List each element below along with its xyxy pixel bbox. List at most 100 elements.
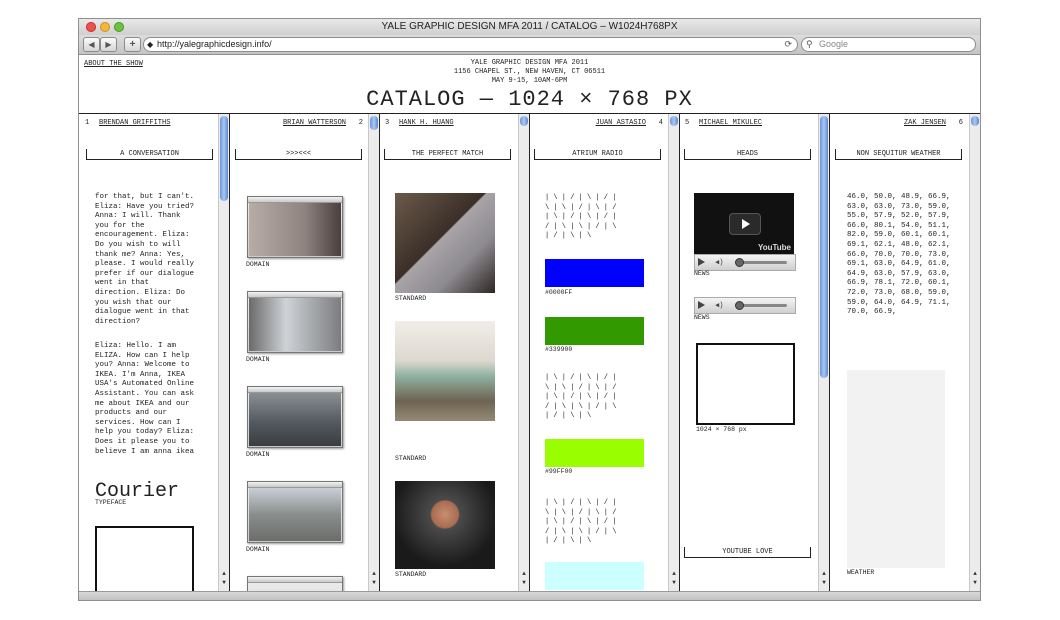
- color-swatch-green[interactable]: [545, 317, 644, 345]
- column-scrollbar[interactable]: ▲ ▼: [368, 114, 379, 591]
- scroll-thumb[interactable]: [971, 116, 979, 126]
- scroll-thumb[interactable]: [220, 116, 228, 201]
- address-bar[interactable]: ◆ http://yalegraphicdesign.info/ ⟳: [143, 37, 798, 52]
- page-content: ABOUT THE SHOW YALE GRAPHIC DESIGN MFA 2…: [79, 55, 980, 591]
- column-scrollbar[interactable]: ▲ ▼: [668, 114, 679, 591]
- portrait-photo[interactable]: [395, 193, 495, 293]
- weather-visual-panel: [847, 370, 945, 568]
- column-brendan-griffiths: 1 BRENDAN GRIFFITHS A CONVERSATION for t…: [79, 114, 230, 591]
- color-swatch-lime[interactable]: [545, 439, 644, 467]
- forward-button[interactable]: ▶: [100, 37, 117, 52]
- search-placeholder: Google: [819, 39, 849, 49]
- scroll-down-arrow[interactable]: ▼: [970, 579, 980, 588]
- reload-icon[interactable]: ⟳: [784, 38, 792, 51]
- scroll-thumb[interactable]: [820, 116, 828, 378]
- color-swatch-blue[interactable]: [545, 259, 644, 287]
- artist-number: 3: [385, 119, 390, 127]
- scroll-thumb[interactable]: [670, 116, 678, 126]
- project-title[interactable]: >>><<<: [235, 149, 362, 160]
- artist-name-link[interactable]: ZAK JENSEN: [904, 119, 946, 127]
- news-caption: NEWS: [694, 270, 710, 277]
- artist-name-link[interactable]: BRENDAN GRIFFITHS: [99, 119, 170, 127]
- screen-size-frame: [696, 343, 795, 425]
- scroll-down-arrow[interactable]: ▼: [819, 579, 829, 588]
- scroll-down-arrow[interactable]: ▼: [519, 579, 529, 588]
- column-scrollbar[interactable]: ▲ ▼: [218, 114, 229, 591]
- scroll-thumb[interactable]: [370, 116, 378, 130]
- scroll-down-arrow[interactable]: ▼: [669, 579, 679, 588]
- domain-caption: DOMAIN: [246, 451, 270, 458]
- news-caption: NEWS: [694, 314, 710, 321]
- browser-screenshot-thumbnail[interactable]: [247, 481, 343, 543]
- page-title: CATALOG — 1024 × 768 PX: [366, 87, 693, 112]
- volume-icon[interactable]: ◀): [715, 301, 723, 310]
- scroll-up-arrow[interactable]: ▲: [369, 570, 379, 579]
- conversation-text-1: for that, but I can't. Eliza: Have you t…: [95, 193, 195, 326]
- standard-caption: STANDARD: [395, 295, 427, 302]
- standard-caption: STANDARD: [395, 571, 427, 578]
- seek-track[interactable]: [737, 304, 787, 307]
- swatch-label: #99FF00: [545, 468, 573, 475]
- column-michael-mikulec: 5 MICHAEL MIKULEC HEADS YouTube ◀) NEWS …: [679, 114, 830, 591]
- scroll-up-arrow[interactable]: ▲: [819, 570, 829, 579]
- audio-player[interactable]: ◀): [694, 254, 796, 271]
- slash-pattern: | \ | / | \ | / | \ | \ | / | \ | / | \ …: [545, 374, 617, 420]
- column-scrollbar[interactable]: ▲ ▼: [818, 114, 829, 591]
- scroll-down-arrow[interactable]: ▼: [219, 579, 229, 588]
- column-scrollbar[interactable]: ▲ ▼: [518, 114, 529, 591]
- column-scrollbar[interactable]: ▲ ▼: [969, 114, 980, 591]
- seek-knob[interactable]: [735, 258, 744, 267]
- project-title[interactable]: HEADS: [684, 149, 811, 160]
- address-url: http://yalegraphicdesign.info/: [157, 39, 272, 49]
- search-field[interactable]: ⚲ Google: [801, 37, 976, 52]
- browser-toolbar: ◀ ▶ + ◆ http://yalegraphicdesign.info/ ⟳…: [79, 35, 980, 55]
- swatch-label: #0000FF: [545, 289, 573, 296]
- standard-caption: STANDARD: [395, 455, 427, 462]
- window-title: YALE GRAPHIC DESIGN MFA 2011 / CATALOG –…: [381, 21, 678, 32]
- play-icon[interactable]: [698, 258, 705, 266]
- browser-screenshot-thumbnail[interactable]: [247, 291, 343, 353]
- browser-screenshot-thumbnail[interactable]: [247, 386, 343, 448]
- scroll-thumb[interactable]: [520, 116, 528, 126]
- artist-number: 1: [85, 119, 90, 127]
- seek-knob[interactable]: [735, 301, 744, 310]
- scroll-up-arrow[interactable]: ▲: [669, 570, 679, 579]
- back-button[interactable]: ◀: [83, 37, 100, 52]
- slash-pattern: | \ | / | \ | / | \ | \ | / | \ | / | \ …: [545, 499, 617, 545]
- add-bookmark-button[interactable]: +: [124, 37, 141, 52]
- portrait-photo[interactable]: [395, 481, 495, 569]
- artist-name-link[interactable]: BRIAN WATTERSON: [283, 119, 346, 127]
- column-hank-huang: 3 HANK H. HUANG THE PERFECT MATCH STANDA…: [379, 114, 530, 591]
- youtube-logo: YouTube: [757, 243, 791, 252]
- color-swatch-light-cyan[interactable]: [545, 562, 644, 590]
- project-title[interactable]: THE PERFECT MATCH: [384, 149, 511, 160]
- project-title[interactable]: NON SEQUITUR WEATHER: [835, 149, 962, 160]
- domain-caption: DOMAIN: [246, 261, 270, 268]
- play-icon[interactable]: [698, 301, 705, 309]
- scroll-down-arrow[interactable]: ▼: [369, 579, 379, 588]
- project-title[interactable]: A CONVERSATION: [86, 149, 213, 160]
- browser-screenshot-thumbnail[interactable]: [247, 576, 343, 591]
- artist-name-link[interactable]: MICHAEL MIKULEC: [699, 119, 762, 127]
- artist-number: 5: [685, 119, 690, 127]
- artist-name-link[interactable]: HANK H. HUANG: [399, 119, 454, 127]
- scroll-up-arrow[interactable]: ▲: [519, 570, 529, 579]
- youtube-love-label[interactable]: YOUTUBE LOVE: [684, 547, 811, 558]
- video-play-icon[interactable]: [729, 213, 761, 235]
- column-juan-astasio: JUAN ASTASIO 4 ATRIUM RADIO | \ | / | \ …: [529, 114, 680, 591]
- typeface-caption: TYPEFACE: [95, 499, 127, 506]
- project-title[interactable]: ATRIUM RADIO: [534, 149, 661, 160]
- status-bar: [79, 591, 980, 600]
- scroll-up-arrow[interactable]: ▲: [219, 570, 229, 579]
- portrait-photo[interactable]: [395, 321, 495, 421]
- seek-track[interactable]: [737, 261, 787, 264]
- volume-icon[interactable]: ◀): [715, 258, 723, 267]
- weather-data-text: 46.0, 50.0, 48.9, 66.9, 63.0, 63.0, 73.0…: [847, 193, 951, 317]
- artist-number: 4: [658, 119, 663, 127]
- youtube-video-player[interactable]: YouTube: [694, 193, 794, 255]
- artist-name-link[interactable]: JUAN ASTASIO: [596, 119, 646, 127]
- audio-player[interactable]: ◀): [694, 297, 796, 314]
- conversation-text-2: Eliza: Hello. I am ELIZA. How can I help…: [95, 342, 195, 456]
- browser-screenshot-thumbnail[interactable]: [247, 196, 343, 258]
- scroll-up-arrow[interactable]: ▲: [970, 570, 980, 579]
